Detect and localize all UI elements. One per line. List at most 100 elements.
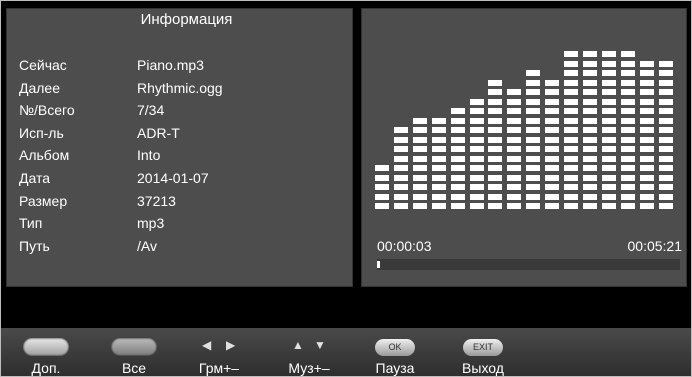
eq-segment [488,146,503,152]
info-value: Into [137,147,161,164]
eq-segment [658,155,673,162]
eq-segment [620,193,635,200]
info-key: Размер [19,192,68,209]
eq-segment [564,70,578,76]
progress-bar[interactable] [377,259,680,270]
eq-segment [375,165,389,171]
eq-segment [582,136,597,143]
eq-bar [658,57,673,209]
eq-bar [450,105,465,209]
eq-segment [601,146,616,152]
eq-segment [639,127,654,133]
eq-segment [412,193,427,200]
eq-segment [412,184,427,190]
eq-segment [658,203,673,209]
eq-segment [431,184,446,190]
eq-segment [431,193,446,200]
eq-segment [431,203,446,209]
eq-segment [375,203,389,209]
info-panel-title: Информация [140,11,233,28]
info-value: 2014-01-07 [137,169,209,186]
total-time: 00:05:21 [627,238,683,254]
pause-button-label: Пауза [375,360,415,376]
eq-segment [526,98,541,105]
eq-segment [469,174,484,181]
eq-bar [639,57,654,209]
eq-segment [564,60,578,67]
eq-segment [582,184,597,190]
eq-bar [412,114,427,209]
eq-segment [639,193,654,200]
eq-bar [601,48,616,209]
eq-segment [658,89,673,95]
eq-segment [450,174,465,181]
eq-segment [469,203,484,209]
eq-bar [564,48,578,209]
eq-segment [431,165,446,171]
eq-segment [393,165,408,171]
all-button-label: Все [121,360,147,376]
eq-segment [658,193,673,200]
eq-segment [412,117,427,124]
eq-segment [507,203,522,209]
eq-segment [526,127,541,133]
eq-segment [412,127,427,133]
eq-bar [469,95,484,209]
exit-button-label: Выход [462,360,504,376]
eq-segment [564,174,578,181]
eq-segment [601,98,616,105]
eq-segment [545,79,560,86]
eq-segment [526,136,541,143]
eq-segment [620,51,635,57]
eq-segment [582,193,597,200]
control-bar: Доп. Все ◀ ▶ Грм+– ▲ ▼ Муз+– OK Пауза EX… [1,328,691,376]
eq-segment [582,70,597,76]
eq-segment [412,165,427,171]
eq-segment [620,98,635,105]
eq-segment [620,136,635,143]
eq-segment [507,127,522,133]
eq-segment [639,155,654,162]
eq-segment [564,51,578,57]
eq-segment [545,136,560,143]
eq-segment [620,79,635,86]
eq-segment [564,136,578,143]
eq-segment [639,79,654,86]
eq-segment [545,203,560,209]
eq-segment [582,89,597,95]
eq-segment [507,184,522,190]
info-value: Rhythmic.ogg [137,79,223,96]
eq-segment [658,146,673,152]
ok-key-icon: OK [375,339,415,356]
eq-segment [488,98,503,105]
eq-segment [375,184,389,190]
eq-segment [507,89,522,95]
eq-segment [620,165,635,171]
eq-segment [526,184,541,190]
eq-segment [601,174,616,181]
eq-segment [431,136,446,143]
eq-segment [488,108,503,114]
info-value: ADR-T [137,124,180,141]
eq-segment [601,165,616,171]
eq-segment [412,136,427,143]
eq-segment [639,117,654,124]
eq-segment [393,193,408,200]
eq-segment [488,165,503,171]
eq-segment [507,174,522,181]
eq-segment [564,155,578,162]
eq-segment [526,146,541,152]
eq-segment [658,60,673,67]
info-key: №/Всего [19,102,75,119]
eq-segment [582,117,597,124]
eq-segment [639,108,654,114]
eq-segment [564,165,578,171]
eq-bar [393,124,408,209]
eq-segment [564,203,578,209]
eq-segment [582,127,597,133]
eq-segment [564,89,578,95]
eq-segment [450,193,465,200]
eq-segment [469,127,484,133]
info-key: Исп-ль [19,124,64,141]
eq-segment [601,89,616,95]
